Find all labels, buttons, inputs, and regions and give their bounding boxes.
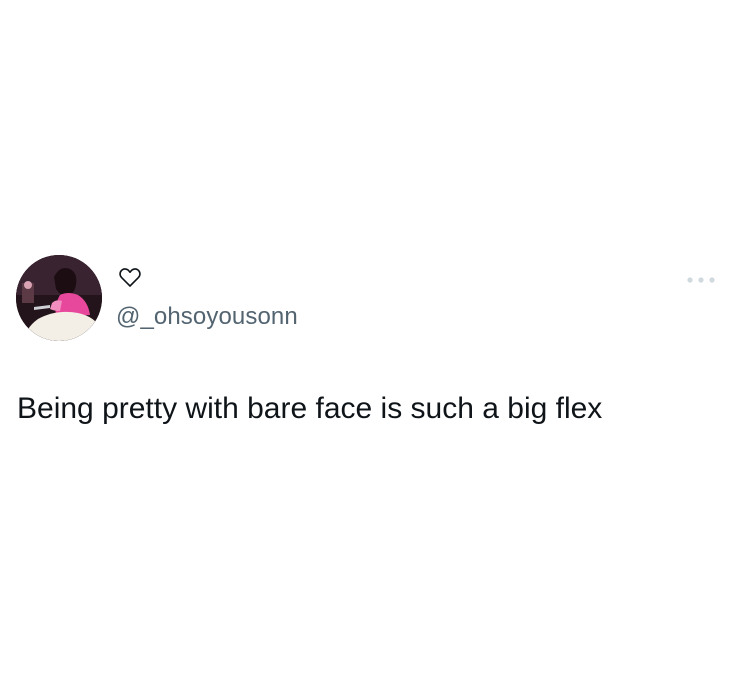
user-handle[interactable]: @_ohsoyousonn — [116, 302, 298, 332]
heart-outline-icon[interactable] — [118, 265, 142, 289]
tweet-card: @_ohsoyousonn Being pretty with bare fac… — [0, 0, 736, 673]
tweet-text: Being pretty with bare face is such a bi… — [17, 392, 603, 425]
avatar[interactable] — [16, 255, 102, 341]
more-horizontal-icon[interactable] — [686, 275, 716, 285]
